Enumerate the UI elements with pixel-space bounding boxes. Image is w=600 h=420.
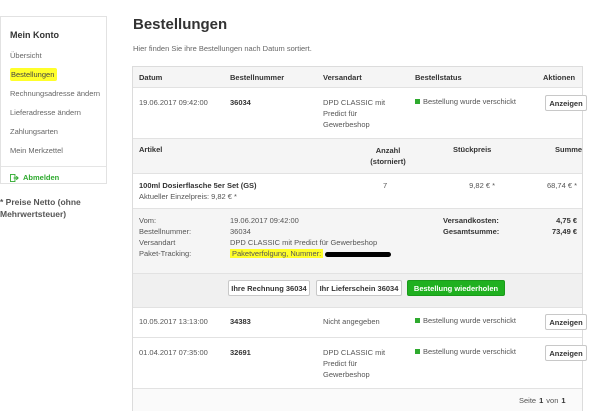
divider [133,307,582,308]
divider [133,87,582,88]
status-dot-icon [415,99,420,104]
col-header-sum: Summe [555,145,583,154]
pagination: Seite 1 von 1 [519,395,566,406]
sidebar-title: Mein Konto [10,30,59,40]
page-subtitle: Hier finden Sie ihre Bestellungen nach D… [133,44,312,53]
shipping-cost-label: Versandkosten: [443,216,499,225]
net-price-note: * Preise Netto (ohne Mehrwertsteuer) [0,197,81,219]
order-date: 01.04.2017 07:35:00 [139,348,208,357]
show-order-button[interactable]: Anzeigen [545,95,587,111]
sidebar-item-wishlist[interactable]: Mein Merkzettel [1,141,106,160]
divider [133,138,582,139]
col-header-order-number: Bestellnummer [230,73,285,82]
order-shipping: DPD CLASSIC mit Predict für Gewerbeshop [323,348,386,379]
order-status: Bestellung wurde verschickt [415,316,516,325]
tracking-link[interactable]: Paketverfolgung, Nummer: [230,248,392,259]
order-date: 19.06.2017 09:42:00 [139,98,208,107]
show-order-button[interactable]: Anzeigen [545,314,587,330]
article-sum: 68,74 € * [546,181,577,190]
pagination-current[interactable]: 1 [539,395,543,406]
pagination-total: 1 [561,396,566,405]
info-from-value: 19.06.2017 09:42:00 [230,216,299,225]
divider [133,273,582,274]
info-order-number-value: 36034 [230,227,251,236]
shipping-cost-value: 4,75 € [556,216,577,225]
col-header-actions: Aktionen [543,73,576,82]
reorder-button[interactable]: Bestellung wiederholen [407,280,505,296]
status-dot-icon [415,349,420,354]
col-header-quantity: Anzahl (storniert) [370,146,406,166]
details-header-row [133,138,582,173]
info-from-label: Vom: [139,216,157,225]
orders-panel: Datum Bestellnummer Versandart Bestellst… [132,66,587,411]
logout-icon [10,173,19,182]
order-date: 10.05.2017 13:13:00 [139,317,208,326]
order-shipping: Nicht angegeben [323,317,380,326]
col-header-unit-price: Stückpreis [453,145,492,154]
info-order-number-label: Bestellnummer: [139,227,192,236]
page-title: Bestellungen [133,16,228,33]
sidebar-item-orders[interactable]: Bestellungen [1,65,106,84]
col-header-shipping: Versandart [323,73,362,82]
col-header-article: Artikel [139,145,163,154]
logout-link[interactable]: Abmelden [1,167,106,182]
pagination-bar [133,388,582,411]
divider [133,388,582,389]
total-label: Gesamtsumme: [443,227,500,236]
sidebar-item-overview[interactable]: Übersicht [1,46,106,65]
invoice-button[interactable]: Ihre Rechnung 36034 [228,280,310,296]
account-sidebar: Mein Konto Übersicht Bestellungen Rechnu… [0,16,107,184]
redacted-tracking-number [325,251,392,257]
col-header-status: Bestellstatus [415,73,462,82]
delivery-note-button[interactable]: Ihr Lieferschein 36034 [316,280,402,296]
divider [133,208,582,209]
sidebar-item-payment-methods[interactable]: Zahlungsarten [1,122,106,141]
article-quantity: 7 [383,181,388,190]
col-header-date: Datum [139,73,163,82]
show-order-button[interactable]: Anzeigen [545,345,587,361]
order-status: Bestellung wurde verschickt [415,347,516,356]
article-unit-price: 9,82 € * [469,181,495,190]
sidebar-item-billing-address[interactable]: Rechnungsadresse ändern [1,84,106,103]
sidebar-item-shipping-address[interactable]: Lieferadresse ändern [1,103,106,122]
info-tracking-label: Paket-Tracking: [139,249,192,258]
order-shipping: DPD CLASSIC mit Predict für Gewerbeshop [323,98,386,129]
order-number: 36034 [230,98,251,107]
divider [133,337,582,338]
divider [133,173,582,174]
article-current-price: Aktueller Einzelpreis: 9,82 € * [139,192,237,201]
article-name: 100ml Dosierflasche 5er Set (GS) [139,181,257,190]
order-number: 34383 [230,317,251,326]
status-dot-icon [415,318,420,323]
order-status: Bestellung wurde verschickt [415,97,516,106]
total-value: 73,49 € [551,227,577,236]
info-shipping-value: DPD CLASSIC mit Predict für Gewerbeshop [230,238,378,247]
order-number: 32691 [230,348,251,357]
info-shipping-label: Versandart [139,238,176,247]
